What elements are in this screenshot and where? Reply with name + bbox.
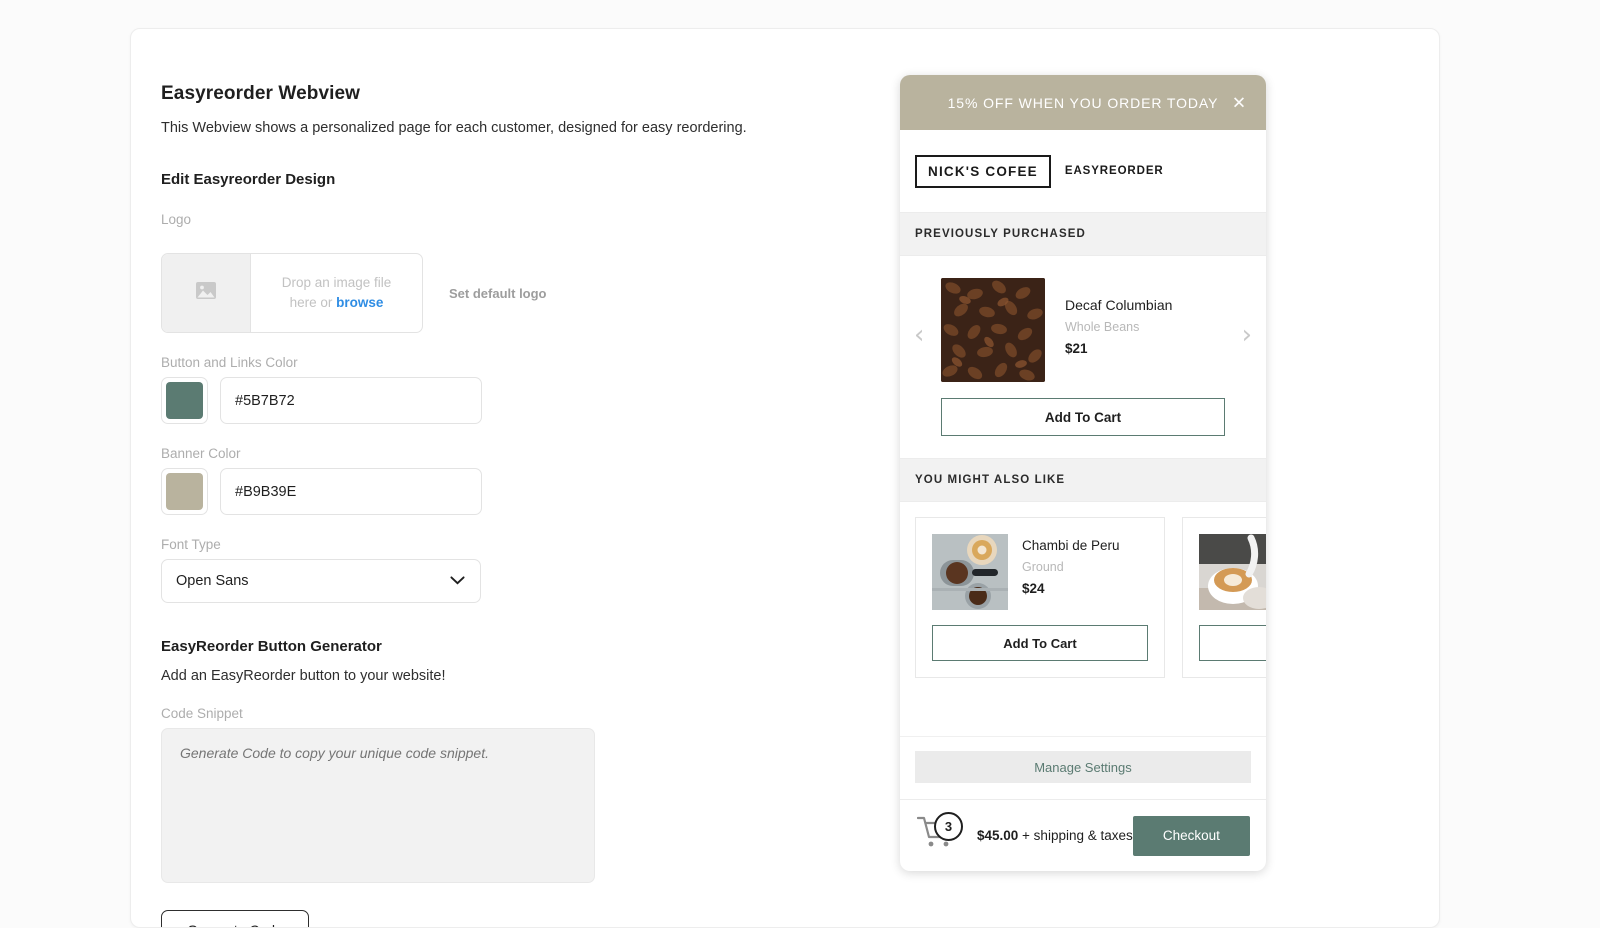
cart-total-amount: $45.00 — [977, 828, 1018, 843]
cart-total-suffix: + shipping & taxes — [1018, 828, 1132, 843]
cart-count-badge: 3 — [934, 812, 963, 841]
recommendations-heading: YOU MIGHT ALSO LIKE — [900, 459, 1266, 502]
button-color-swatch[interactable] — [161, 377, 208, 424]
code-snippet-label: Code Snippet — [161, 706, 801, 721]
generate-code-button[interactable]: Generate Code — [161, 910, 309, 928]
page-card: Easyreorder Webview This Webview shows a… — [130, 28, 1440, 928]
brand-bar: NICK'S COFEE EASYREORDER — [900, 130, 1266, 213]
banner-color-swatch-fill — [166, 473, 203, 510]
font-type-select[interactable]: Open Sans — [161, 559, 481, 603]
font-type-label: Font Type — [161, 537, 801, 552]
logo-dropzone[interactable]: Drop an image file here or browse — [161, 253, 423, 333]
product-variant: Whole Beans — [1065, 320, 1172, 334]
previously-purchased-heading: PREVIOUSLY PURCHASED — [900, 213, 1266, 256]
chevron-left-icon[interactable]: ‹ — [914, 322, 924, 348]
recommendation-image — [1199, 534, 1266, 610]
page-description: This Webview shows a personalized page f… — [161, 120, 801, 136]
checkout-button[interactable]: Checkout — [1133, 816, 1250, 856]
banner-color-label: Banner Color — [161, 446, 801, 461]
brand-tagline: EASYREORDER — [1065, 165, 1164, 177]
webview-preview: 15% OFF WHEN YOU ORDER TODAY ✕ NICK'S CO… — [900, 75, 1266, 871]
manage-settings-row: Manage Settings — [900, 736, 1266, 799]
generator-heading: EasyReorder Button Generator — [161, 638, 801, 655]
font-type-group: Font Type Open Sans — [161, 537, 801, 603]
chevron-right-icon[interactable]: › — [1242, 322, 1252, 348]
logo-drop-text: Drop an image file here or browse — [251, 254, 422, 332]
logo-browse-link[interactable]: browse — [336, 295, 383, 310]
logo-label: Logo — [161, 212, 801, 227]
previously-purchased-carousel: ‹ › — [900, 256, 1266, 459]
logo-upload-row: Drop an image file here or browse Set de… — [161, 253, 801, 333]
recommendation-image — [932, 534, 1008, 610]
button-color-input[interactable] — [220, 377, 482, 424]
banner-color-swatch[interactable] — [161, 468, 208, 515]
button-color-swatch-fill — [166, 382, 203, 419]
page-title: Easyreorder Webview — [161, 83, 801, 105]
cart-total: $45.00 + shipping & taxes — [977, 828, 1133, 843]
logo-drop-line2: here or — [290, 295, 333, 310]
recommendation-card: Chambi de Peru Ground $24 Add To Cart — [915, 517, 1165, 678]
easyreorder-settings-panel: Easyreorder Webview This Webview shows a… — [161, 83, 801, 928]
product-image — [941, 278, 1045, 382]
button-color-label: Button and Links Color — [161, 355, 801, 370]
recommendation-card — [1182, 517, 1266, 678]
recommendation-variant: Ground — [1022, 560, 1120, 574]
banner-color-input[interactable] — [220, 468, 482, 515]
generator-description: Add an EasyReorder button to your websit… — [161, 668, 801, 684]
close-icon[interactable]: ✕ — [1232, 94, 1247, 111]
font-type-value: Open Sans — [176, 573, 249, 589]
recommendation-name: Chambi de Peru — [1022, 538, 1120, 553]
recommendations-strip[interactable]: Chambi de Peru Ground $24 Add To Cart — [900, 502, 1266, 693]
logo-preview-thumb — [162, 254, 251, 332]
promo-banner: 15% OFF WHEN YOU ORDER TODAY ✕ — [900, 75, 1266, 130]
add-to-cart-button[interactable]: Add To Cart — [941, 398, 1225, 436]
button-color-group: Button and Links Color — [161, 355, 801, 424]
code-snippet-textarea[interactable] — [161, 728, 595, 883]
edit-design-heading: Edit Easyreorder Design — [161, 171, 801, 188]
logo-drop-line1: Drop an image file — [282, 275, 392, 290]
set-default-logo-button[interactable]: Set default logo — [449, 286, 547, 301]
add-to-cart-button[interactable] — [1199, 625, 1266, 661]
product-name: Decaf Columbian — [1065, 297, 1172, 313]
banner-color-group: Banner Color — [161, 446, 801, 515]
manage-settings-button[interactable]: Manage Settings — [915, 751, 1251, 783]
add-to-cart-button[interactable]: Add To Cart — [932, 625, 1148, 661]
product-price: $21 — [1065, 341, 1172, 356]
brand-logo: NICK'S COFEE — [915, 155, 1051, 188]
checkout-bar: 3 $45.00 + shipping & taxes Checkout — [900, 799, 1266, 871]
image-icon — [195, 281, 217, 305]
recommendation-price: $24 — [1022, 581, 1120, 596]
promo-banner-text: 15% OFF WHEN YOU ORDER TODAY — [948, 95, 1219, 111]
